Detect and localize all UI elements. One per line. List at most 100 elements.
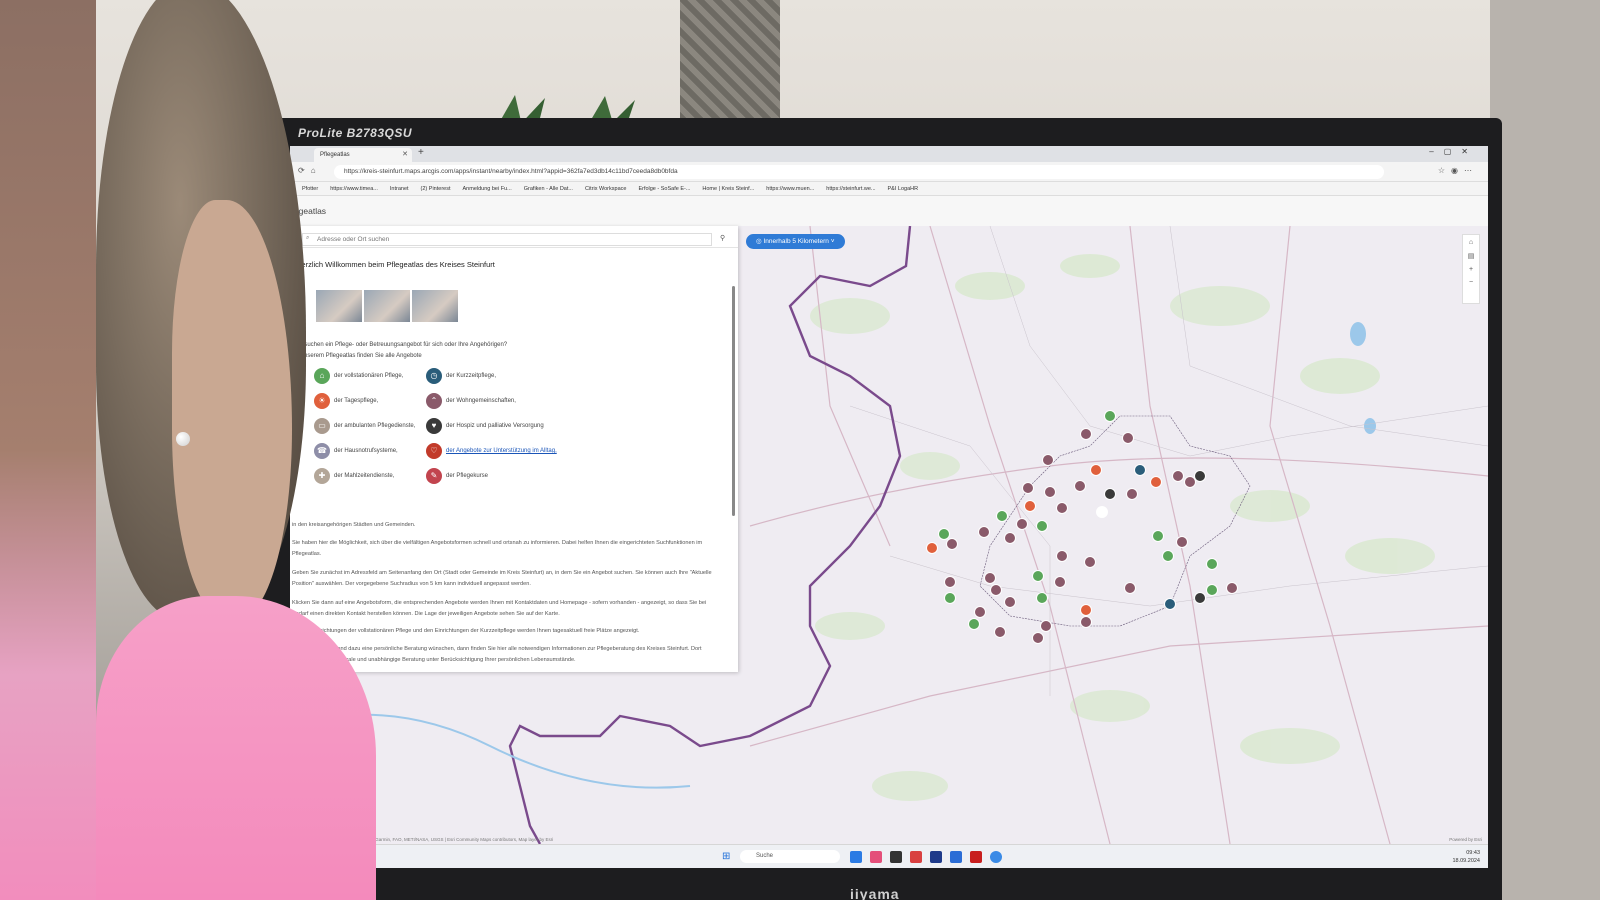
url-input[interactable]: https://kreis-steinfurt.maps.arcgis.com/… — [334, 165, 1384, 179]
map-marker-dot[interactable] — [1124, 582, 1136, 594]
photoshop-icon[interactable] — [930, 851, 942, 863]
map-marker-dot[interactable] — [1004, 532, 1016, 544]
map-marker-dot[interactable] — [1004, 596, 1016, 608]
map-marker[interactable] — [1080, 616, 1092, 628]
map-marker[interactable] — [1150, 476, 1162, 488]
map-marker[interactable] — [1016, 518, 1028, 530]
map-marker[interactable] — [1056, 550, 1068, 562]
map-marker-dot[interactable] — [994, 626, 1006, 638]
map-marker-dot[interactable] — [1044, 486, 1056, 498]
map-marker-dot[interactable] — [1104, 488, 1116, 500]
map-marker[interactable] — [1184, 476, 1196, 488]
map-marker-dot[interactable] — [938, 528, 950, 540]
map-marker-dot[interactable] — [968, 618, 980, 630]
map-marker[interactable] — [1104, 488, 1116, 500]
map-marker-dot[interactable] — [990, 584, 1002, 596]
map-marker-dot[interactable] — [1084, 556, 1096, 568]
legend-item[interactable]: ♥ der Hospiz und palliative Versorgung — [426, 418, 544, 434]
home-icon[interactable]: ⌂ — [1469, 239, 1473, 246]
map-marker-dot[interactable] — [1056, 502, 1068, 514]
bookmark-item[interactable]: Grafiken - Alle Dat... — [524, 182, 573, 195]
map-marker-dot[interactable] — [1022, 482, 1034, 494]
map-marker[interactable] — [984, 572, 996, 584]
app-icon[interactable] — [910, 851, 922, 863]
bookmark-item[interactable]: (2) Pinterest — [421, 182, 451, 195]
map-marker[interactable] — [1152, 530, 1164, 542]
map-marker[interactable] — [1044, 486, 1056, 498]
map-marker-dot[interactable] — [1206, 584, 1218, 596]
map-marker-dot[interactable] — [1126, 488, 1138, 500]
map-marker-dot[interactable] — [996, 510, 1008, 522]
map-marker[interactable] — [1084, 556, 1096, 568]
bookmark-item[interactable]: https://www.timea... — [330, 182, 378, 195]
edge-icon[interactable] — [850, 851, 862, 863]
map-marker-dot[interactable] — [1036, 520, 1048, 532]
map-marker-dot[interactable] — [978, 526, 990, 538]
map-marker[interactable] — [990, 584, 1002, 596]
legend-item[interactable]: ⌂ der vollstationären Pflege, — [314, 368, 403, 384]
map-marker-dot[interactable] — [1194, 470, 1206, 482]
windows-start-icon[interactable]: ⊞ — [722, 851, 730, 862]
map-marker[interactable] — [1004, 532, 1016, 544]
bookmark-item[interactable]: https://www.muen... — [766, 182, 814, 195]
map-marker[interactable] — [1032, 632, 1044, 644]
layers-icon[interactable]: ▤ — [1468, 252, 1475, 260]
map-marker-dot[interactable] — [1074, 480, 1086, 492]
app-icon[interactable] — [990, 851, 1002, 863]
map-marker[interactable] — [1036, 520, 1048, 532]
legend-item[interactable]: ▭ der ambulanten Pflegedienste, — [314, 418, 415, 434]
map-marker[interactable] — [944, 592, 956, 604]
map-marker[interactable] — [1164, 598, 1176, 610]
map-marker[interactable] — [1096, 506, 1108, 518]
esri-credit[interactable]: Powered by Esri — [1449, 837, 1482, 842]
map-marker-dot[interactable] — [1150, 476, 1162, 488]
map-marker[interactable] — [1162, 550, 1174, 562]
map-marker-dot[interactable] — [974, 606, 986, 618]
map-marker[interactable] — [1176, 536, 1188, 548]
map-marker-dot[interactable] — [1040, 620, 1052, 632]
map-marker-dot[interactable] — [1164, 598, 1176, 610]
map-marker[interactable] — [1080, 604, 1092, 616]
window-controls[interactable]: –▢✕ — [1429, 147, 1478, 156]
map-marker-dot[interactable] — [1104, 410, 1116, 422]
map-marker-dot[interactable] — [1096, 506, 1108, 518]
panel-scrollbar[interactable] — [732, 286, 735, 516]
map-marker[interactable] — [926, 542, 938, 554]
bookmark-item[interactable]: Citrix Workspace — [585, 182, 626, 195]
map-marker[interactable] — [1074, 480, 1086, 492]
map-marker-dot[interactable] — [1036, 592, 1048, 604]
map-marker[interactable] — [1126, 488, 1138, 500]
bookmark-item[interactable]: Pfotter — [302, 182, 318, 195]
locate-icon[interactable]: ⚲ — [720, 234, 725, 242]
map-marker[interactable] — [1172, 470, 1184, 482]
map-marker[interactable] — [1080, 428, 1092, 440]
zoom-in-icon[interactable]: + — [1469, 266, 1473, 273]
system-clock[interactable]: 09:43 18.09.2024 — [1452, 849, 1480, 865]
legend-item[interactable]: ☀ der Tagespflege, — [314, 393, 378, 409]
bookmark-item[interactable]: Intranet — [390, 182, 409, 195]
map-marker-dot[interactable] — [1162, 550, 1174, 562]
map-marker-dot[interactable] — [1134, 464, 1146, 476]
legend-item[interactable]: ✎ der Pflegekurse — [426, 468, 488, 484]
map-marker-dot[interactable] — [1056, 550, 1068, 562]
map-marker[interactable] — [978, 526, 990, 538]
app-icon[interactable] — [890, 851, 902, 863]
map-marker[interactable] — [994, 626, 1006, 638]
map-marker-dot[interactable] — [926, 542, 938, 554]
map-marker-dot[interactable] — [1090, 464, 1102, 476]
map-marker[interactable] — [968, 618, 980, 630]
close-icon[interactable]: ✕ — [402, 148, 408, 162]
map-marker[interactable] — [1004, 596, 1016, 608]
map-marker-dot[interactable] — [1042, 454, 1054, 466]
map-marker-dot[interactable] — [1054, 576, 1066, 588]
map-marker-dot[interactable] — [1184, 476, 1196, 488]
tab-pflegeatlas[interactable]: Pflegeatlas ✕ — [314, 148, 412, 162]
map-marker[interactable] — [1124, 582, 1136, 594]
map-marker[interactable] — [1104, 410, 1116, 422]
map-marker[interactable] — [1194, 470, 1206, 482]
radius-selector[interactable]: ◎ Innerhalb 5 Kilometern ˅ — [746, 234, 845, 249]
map-marker[interactable] — [944, 576, 956, 588]
map-marker-dot[interactable] — [1080, 604, 1092, 616]
map-marker[interactable] — [1054, 576, 1066, 588]
map-marker-dot[interactable] — [1152, 530, 1164, 542]
